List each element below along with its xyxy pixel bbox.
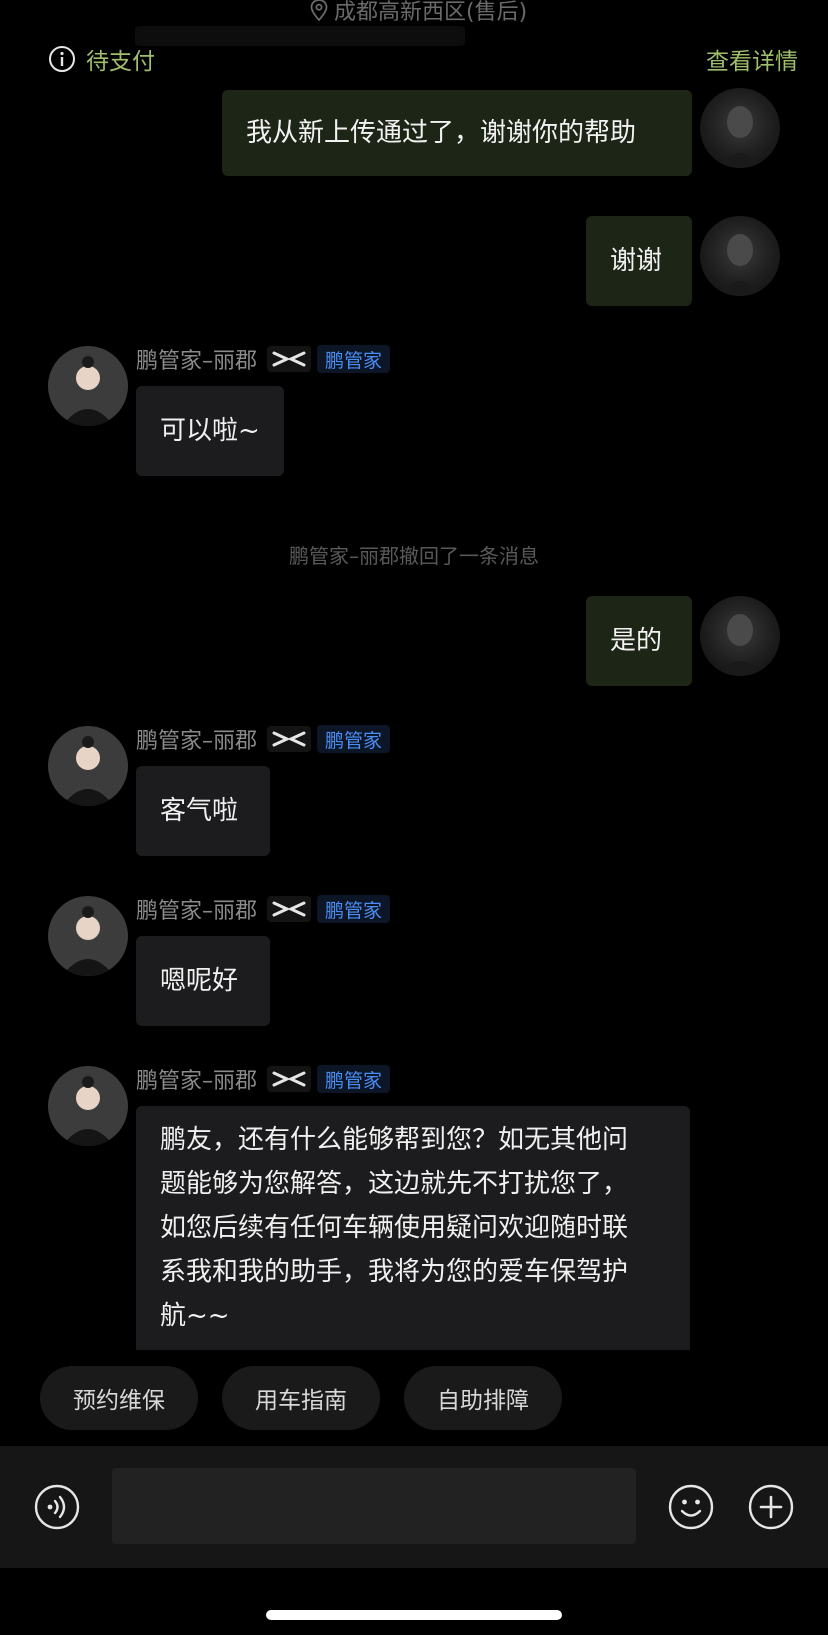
- message-text: 谢谢: [610, 246, 663, 276]
- user-message-bubble[interactable]: 我从新上传通过了，谢谢你的帮助: [222, 90, 692, 176]
- agent-avatar[interactable]: [48, 726, 128, 806]
- message-line: 鹏友，还有什么能够帮到您？如无其他问: [160, 1125, 629, 1155]
- message-input-bar: [0, 1446, 828, 1568]
- user-avatar[interactable]: [700, 88, 780, 168]
- role-badge: 鹏管家: [317, 725, 391, 753]
- user-avatar[interactable]: [700, 596, 780, 676]
- emoji-icon[interactable]: [668, 1484, 714, 1530]
- user-message-bubble[interactable]: 谢谢: [586, 216, 692, 306]
- home-indicator[interactable]: [266, 1610, 562, 1620]
- role-badge: 鹏管家: [317, 895, 391, 923]
- order-status-row: 待支付 查看详情: [48, 40, 798, 80]
- sender-name: 鹏管家–丽郡: [136, 899, 258, 924]
- message-line: 系我和我的助手，我将为您的爱车保驾护: [160, 1257, 629, 1287]
- recall-notice: 鹏管家–丽郡撤回了一条消息: [289, 544, 539, 568]
- location-pin-icon: [310, 0, 328, 21]
- user-message-bubble[interactable]: 是的: [586, 596, 692, 686]
- quick-action-vehicle-guide[interactable]: 用车指南: [222, 1366, 380, 1430]
- top-bar: 成都高新西区(售后) 待支付 查看详情: [0, 0, 828, 80]
- voice-icon[interactable]: [34, 1484, 80, 1530]
- agent-message-bubble[interactable]: 可以啦~: [136, 386, 284, 476]
- quick-actions: 预约维保 用车指南 自助排障: [40, 1366, 562, 1430]
- user-avatar[interactable]: [700, 216, 780, 296]
- sender-name: 鹏管家–丽郡: [136, 349, 258, 374]
- agent-sender-row: 鹏管家–丽郡 鹏管家: [136, 894, 391, 924]
- info-icon: [49, 46, 75, 72]
- quick-action-maintenance-booking[interactable]: 预约维保: [40, 1366, 198, 1430]
- status-label: 待支付: [86, 49, 155, 75]
- quick-action-self-troubleshoot[interactable]: 自助排障: [404, 1366, 562, 1430]
- message-line: 航~~: [160, 1301, 230, 1331]
- brand-logo-icon: [267, 346, 312, 372]
- store-location: 成都高新西区(售后): [310, 0, 527, 26]
- agent-sender-row: 鹏管家–丽郡 鹏管家: [136, 724, 391, 754]
- brand-logo-icon: [267, 726, 312, 752]
- agent-message-bubble[interactable]: 嗯呢好: [136, 936, 270, 1026]
- brand-logo-icon: [267, 896, 312, 922]
- agent-message-bubble[interactable]: 鹏友，还有什么能够帮到您？如无其他问 题能够为您解答，这边就先不打扰您了， 如您…: [136, 1106, 690, 1350]
- brand-logo-icon: [267, 1066, 312, 1092]
- message-line: 题能够为您解答，这边就先不打扰您了，: [160, 1169, 629, 1199]
- plus-icon[interactable]: [748, 1484, 794, 1530]
- message-text: 可以啦~: [160, 416, 260, 446]
- message-line: 如您后续有任何车辆使用疑问欢迎随时联: [160, 1213, 629, 1243]
- message-text: 我从新上传通过了，谢谢你的帮助: [246, 118, 637, 148]
- agent-message-bubble[interactable]: 客气啦: [136, 766, 270, 856]
- agent-avatar[interactable]: [48, 896, 128, 976]
- order-status: 待支付: [48, 42, 155, 76]
- sender-name: 鹏管家–丽郡: [136, 729, 258, 754]
- agent-sender-row: 鹏管家–丽郡 鹏管家: [136, 1064, 391, 1094]
- message-text: 嗯呢好: [160, 966, 239, 996]
- role-badge: 鹏管家: [317, 1065, 391, 1093]
- agent-avatar[interactable]: [48, 1066, 128, 1146]
- message-text: 是的: [610, 626, 663, 656]
- agent-avatar[interactable]: [48, 346, 128, 426]
- sender-name: 鹏管家–丽郡: [136, 1069, 258, 1094]
- agent-sender-row: 鹏管家–丽郡 鹏管家: [136, 344, 391, 374]
- view-details-link[interactable]: 查看详情: [706, 42, 798, 76]
- message-text: 客气啦: [160, 796, 239, 826]
- role-badge: 鹏管家: [317, 345, 391, 373]
- message-input[interactable]: [112, 1468, 636, 1544]
- location-text: 成都高新西区(售后): [334, 0, 528, 25]
